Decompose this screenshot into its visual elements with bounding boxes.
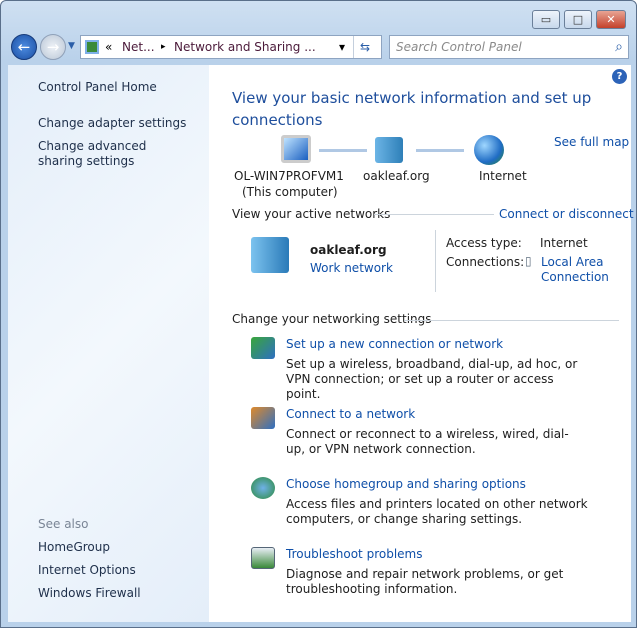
address-bar[interactable]: « Net... ▸ Network and Sharing ... ▾ ⇆ xyxy=(80,35,382,59)
breadcrumb-overflow[interactable]: « xyxy=(105,36,112,58)
breadcrumb-current[interactable]: Network and Sharing ... xyxy=(174,36,316,58)
breadcrumb-separator[interactable]: ▸ xyxy=(161,36,166,58)
search-icon[interactable]: ⌕ xyxy=(615,36,623,58)
forward-button[interactable]: → xyxy=(40,34,66,60)
internet-options-link[interactable]: Internet Options xyxy=(38,563,136,577)
setup-connection-desc: Set up a wireless, broadband, dial-up, a… xyxy=(286,357,578,401)
homegroup-sharing-link[interactable]: Choose homegroup and sharing options xyxy=(286,477,526,491)
troubleshoot-link[interactable]: Troubleshoot problems xyxy=(286,547,422,561)
sidebar: Control Panel Home Change adapter settin… xyxy=(8,65,209,622)
active-network-name: oakleaf.org xyxy=(310,243,387,257)
help-icon[interactable]: ? xyxy=(612,69,627,84)
back-button[interactable]: ← xyxy=(11,34,37,60)
work-network-icon[interactable] xyxy=(251,237,289,273)
address-dropdown[interactable]: ▾ xyxy=(339,36,345,58)
maximize-button[interactable]: □ xyxy=(564,10,592,29)
see-also-heading: See also xyxy=(38,517,89,531)
close-button[interactable]: ✕ xyxy=(596,10,626,29)
map-internet[interactable]: Internet xyxy=(479,169,527,183)
computer-icon xyxy=(281,135,311,163)
local-area-connection-link[interactable]: Local Area Connection xyxy=(541,255,621,285)
control-panel-icon xyxy=(85,40,99,54)
windows-firewall-link[interactable]: Windows Firewall xyxy=(38,586,141,600)
minimize-button[interactable]: ▭ xyxy=(532,10,560,29)
change-adapter-settings-link[interactable]: Change adapter settings xyxy=(38,116,186,130)
connect-to-network-desc: Connect or reconnect to a wireless, wire… xyxy=(286,427,569,456)
computer-name[interactable]: OL-WIN7PROFVM1 xyxy=(234,169,344,183)
change-advanced-sharing-link[interactable]: Change advanced sharing settings xyxy=(38,139,188,169)
connect-to-network-link[interactable]: Connect to a network xyxy=(286,407,415,421)
connect-network-icon xyxy=(251,407,275,429)
control-panel-home-link[interactable]: Control Panel Home xyxy=(38,80,157,94)
internet-globe-icon xyxy=(474,135,504,165)
connections-label: Connections: xyxy=(446,255,525,269)
recent-pages-dropdown[interactable]: ▼ xyxy=(68,41,75,51)
troubleshoot-desc: Diagnose and repair network problems, or… xyxy=(286,567,564,596)
refresh-icon[interactable]: ⇆ xyxy=(360,36,370,58)
network-building-icon xyxy=(375,137,403,163)
see-full-map-link[interactable]: See full map xyxy=(554,135,629,149)
computer-sub: (This computer) xyxy=(242,185,338,199)
map-network-name[interactable]: oakleaf.org xyxy=(363,169,430,183)
homegroup-sharing-desc: Access files and printers located on oth… xyxy=(286,497,588,526)
setup-connection-link[interactable]: Set up a new connection or network xyxy=(286,337,503,351)
new-connection-icon xyxy=(251,337,275,359)
troubleshoot-icon xyxy=(251,547,275,569)
window: ▭ □ ✕ ← → ▼ « Net... ▸ Network and Shari… xyxy=(0,0,637,628)
main-content: ? View your basic network information an… xyxy=(209,65,634,622)
page-title: View your basic network information and … xyxy=(232,89,592,129)
connect-or-disconnect-link[interactable]: Connect or disconnect xyxy=(499,207,634,221)
homegroup-icon xyxy=(251,477,275,499)
breadcrumb-network[interactable]: Net... xyxy=(122,36,155,58)
access-type-label: Access type: xyxy=(446,236,522,250)
homegroup-link[interactable]: HomeGroup xyxy=(38,540,110,554)
active-networks-heading: View your active networks xyxy=(232,207,391,221)
ethernet-icon: ▯ xyxy=(525,254,532,268)
work-network-link[interactable]: Work network xyxy=(310,261,393,275)
change-settings-heading: Change your networking settings xyxy=(232,312,432,326)
access-type-value: Internet xyxy=(540,236,588,250)
search-input[interactable]: Search Control Panel ⌕ xyxy=(389,35,629,59)
